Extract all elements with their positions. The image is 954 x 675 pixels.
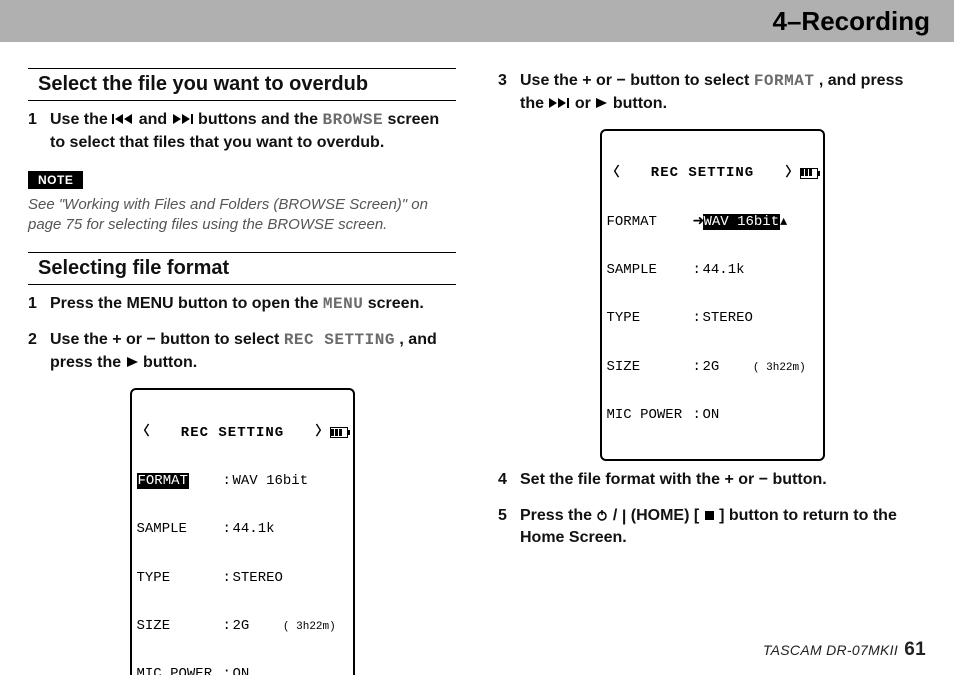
play-icon [126, 353, 139, 375]
step-item: 3 Use the + or − button to select FORMAT… [498, 70, 926, 115]
lcd-titlebar: 〈REC SETTING〉 [137, 425, 348, 441]
format-label: FORMAT [754, 72, 815, 90]
section-heading-overdub: Select the file you want to overdub [28, 68, 456, 101]
step-number: 5 [498, 505, 520, 549]
step-text: Use the + or − button to select REC SETT… [50, 329, 456, 374]
play-icon [595, 94, 608, 116]
lcd-rec-setting-2: 〈REC SETTING〉 FORMAT➜WAV 16bit▴ SAMPLE:4… [600, 129, 825, 461]
step-text: Press the MENU button to open the MENU s… [50, 293, 456, 316]
chapter-header-bar: 4–Recording [0, 0, 954, 42]
next-track-icon [548, 94, 570, 116]
power-icon [596, 506, 608, 528]
rec-setting-label: REC SETTING [284, 331, 395, 349]
page-footer: TASCAM DR-07MKII 61 [763, 639, 926, 661]
step-item: 1 Press the MENU button to open the MENU… [28, 293, 456, 316]
prev-track-icon [112, 110, 134, 132]
chapter-title: 4–Recording [773, 6, 931, 37]
note-text: See "Working with Files and Folders (BRO… [28, 195, 456, 236]
step-item: 1 Use the and buttons and the BROWSE scr… [28, 109, 456, 153]
right-column: 3 Use the + or − button to select FORMAT… [498, 58, 926, 675]
stop-icon [704, 506, 715, 528]
step-text: Set the file format with the + or − butt… [520, 469, 926, 491]
step-item: 5 Press the / | (HOME) [ ] button to ret… [498, 505, 926, 549]
step-text: Press the / | (HOME) [ ] button to retur… [520, 505, 926, 549]
step-number: 1 [28, 293, 50, 316]
lcd-rec-setting-1: 〈REC SETTING〉 FORMAT:WAV 16bit SAMPLE:44… [130, 388, 355, 675]
step-number: 2 [28, 329, 50, 374]
battery-icon [330, 427, 348, 438]
step-number: 4 [498, 469, 520, 491]
steps-format: 1 Press the MENU button to open the MENU… [28, 293, 456, 375]
step-item: 2 Use the + or − button to select REC SE… [28, 329, 456, 374]
manual-page: 4–Recording Select the file you want to … [0, 0, 954, 675]
lcd-titlebar: 〈REC SETTING〉 [607, 165, 818, 181]
step-number: 1 [28, 109, 50, 153]
step-text: Use the and buttons and the BROWSE scree… [50, 109, 456, 153]
battery-icon [800, 168, 818, 179]
step-text: Use the + or − button to select FORMAT ,… [520, 70, 926, 115]
browse-screen-label: BROWSE [322, 111, 383, 129]
steps-right-2: 4 Set the file format with the + or − bu… [498, 469, 926, 549]
step-number: 3 [498, 70, 520, 115]
step-item: 4 Set the file format with the + or − bu… [498, 469, 926, 491]
section-heading-format: Selecting file format [28, 252, 456, 285]
left-column: Select the file you want to overdub 1 Us… [28, 58, 456, 675]
two-column-layout: Select the file you want to overdub 1 Us… [0, 42, 954, 675]
next-track-icon [172, 110, 194, 132]
page-number: 61 [904, 639, 926, 660]
product-model: TASCAM DR-07MKII [763, 642, 898, 658]
steps-right: 3 Use the + or − button to select FORMAT… [498, 70, 926, 115]
menu-screen-label: MENU [323, 295, 363, 313]
note-badge: NOTE [28, 171, 83, 189]
pause-bar-icon: | [622, 506, 626, 528]
steps-overdub: 1 Use the and buttons and the BROWSE scr… [28, 109, 456, 153]
